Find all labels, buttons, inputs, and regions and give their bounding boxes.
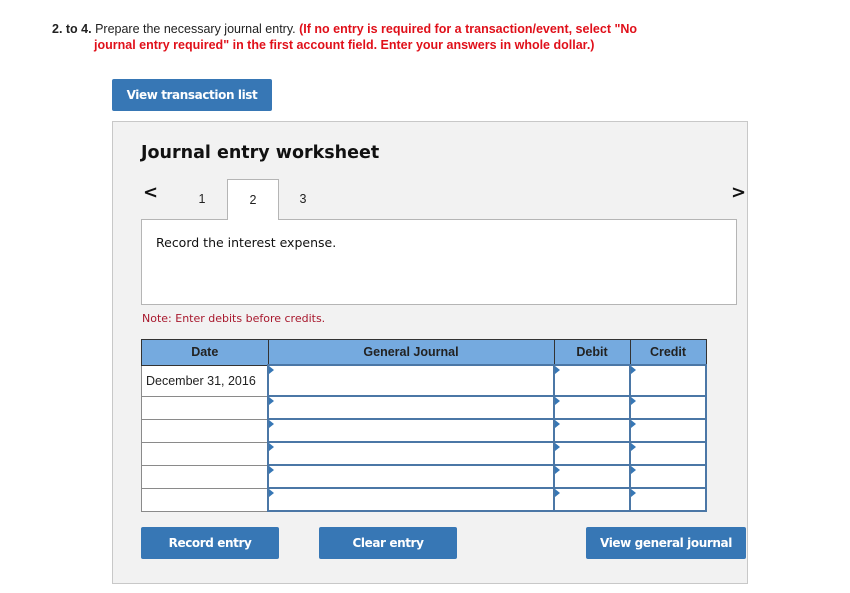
view-general-journal-button[interactable]: View general journal	[586, 527, 746, 559]
table-header-row: Date General Journal Debit Credit	[141, 339, 707, 366]
date-cell[interactable]	[141, 441, 269, 466]
credit-input[interactable]	[629, 395, 707, 420]
tab-3[interactable]: 3	[278, 179, 328, 219]
prev-arrow-icon[interactable]: <	[143, 182, 158, 203]
instructions: 2. to 4. Prepare the necessary journal e…	[52, 21, 692, 53]
account-input[interactable]	[267, 418, 555, 443]
account-input[interactable]	[267, 441, 555, 466]
tab-1[interactable]: 1	[177, 179, 227, 219]
credit-input[interactable]	[629, 487, 707, 512]
table-row	[141, 395, 707, 420]
debit-input[interactable]	[553, 418, 631, 443]
header-debit: Debit	[553, 339, 631, 366]
question-number: 2. to 4.	[52, 22, 92, 36]
worksheet-title: Journal entry worksheet	[141, 143, 380, 163]
debit-input[interactable]	[553, 464, 631, 489]
account-input[interactable]	[267, 395, 555, 420]
record-entry-button[interactable]: Record entry	[141, 527, 279, 559]
credit-input[interactable]	[629, 418, 707, 443]
instruction-warning-1: (If no entry is required for a transacti…	[299, 22, 638, 36]
table-row	[141, 464, 707, 489]
header-credit: Credit	[629, 339, 707, 366]
table-row	[141, 418, 707, 443]
date-cell[interactable]: December 31, 2016	[141, 364, 269, 397]
date-cell[interactable]	[141, 418, 269, 443]
transaction-description: Record the interest expense.	[156, 235, 337, 250]
next-arrow-icon[interactable]: >	[731, 182, 746, 203]
instruction-text: Prepare the necessary journal entry.	[91, 22, 300, 36]
instruction-warning-2: journal entry required" in the first acc…	[94, 38, 595, 52]
debit-input[interactable]	[553, 364, 631, 397]
transaction-description-box: Record the interest expense.	[141, 219, 737, 305]
journal-entry-worksheet-panel: Journal entry worksheet < > 1 2 3 Record…	[112, 121, 748, 584]
debit-input[interactable]	[553, 395, 631, 420]
view-transaction-list-button[interactable]: View transaction list	[112, 79, 272, 111]
debit-input[interactable]	[553, 441, 631, 466]
account-input[interactable]	[267, 464, 555, 489]
tab-2[interactable]: 2	[227, 179, 279, 220]
clear-entry-button[interactable]: Clear entry	[319, 527, 457, 559]
account-input[interactable]	[267, 364, 555, 397]
date-cell[interactable]	[141, 487, 269, 512]
credit-input[interactable]	[629, 464, 707, 489]
header-date: Date	[141, 339, 269, 366]
account-input[interactable]	[267, 487, 555, 512]
date-cell[interactable]	[141, 395, 269, 420]
header-general-journal: General Journal	[267, 339, 555, 366]
debit-input[interactable]	[553, 487, 631, 512]
date-cell[interactable]	[141, 464, 269, 489]
debit-credit-note: Note: Enter debits before credits.	[142, 312, 326, 325]
credit-input[interactable]	[629, 441, 707, 466]
credit-input[interactable]	[629, 364, 707, 397]
table-row	[141, 487, 707, 512]
journal-table: Date General Journal Debit Credit Decemb…	[141, 339, 707, 512]
table-row	[141, 441, 707, 466]
table-row: December 31, 2016	[141, 364, 707, 397]
